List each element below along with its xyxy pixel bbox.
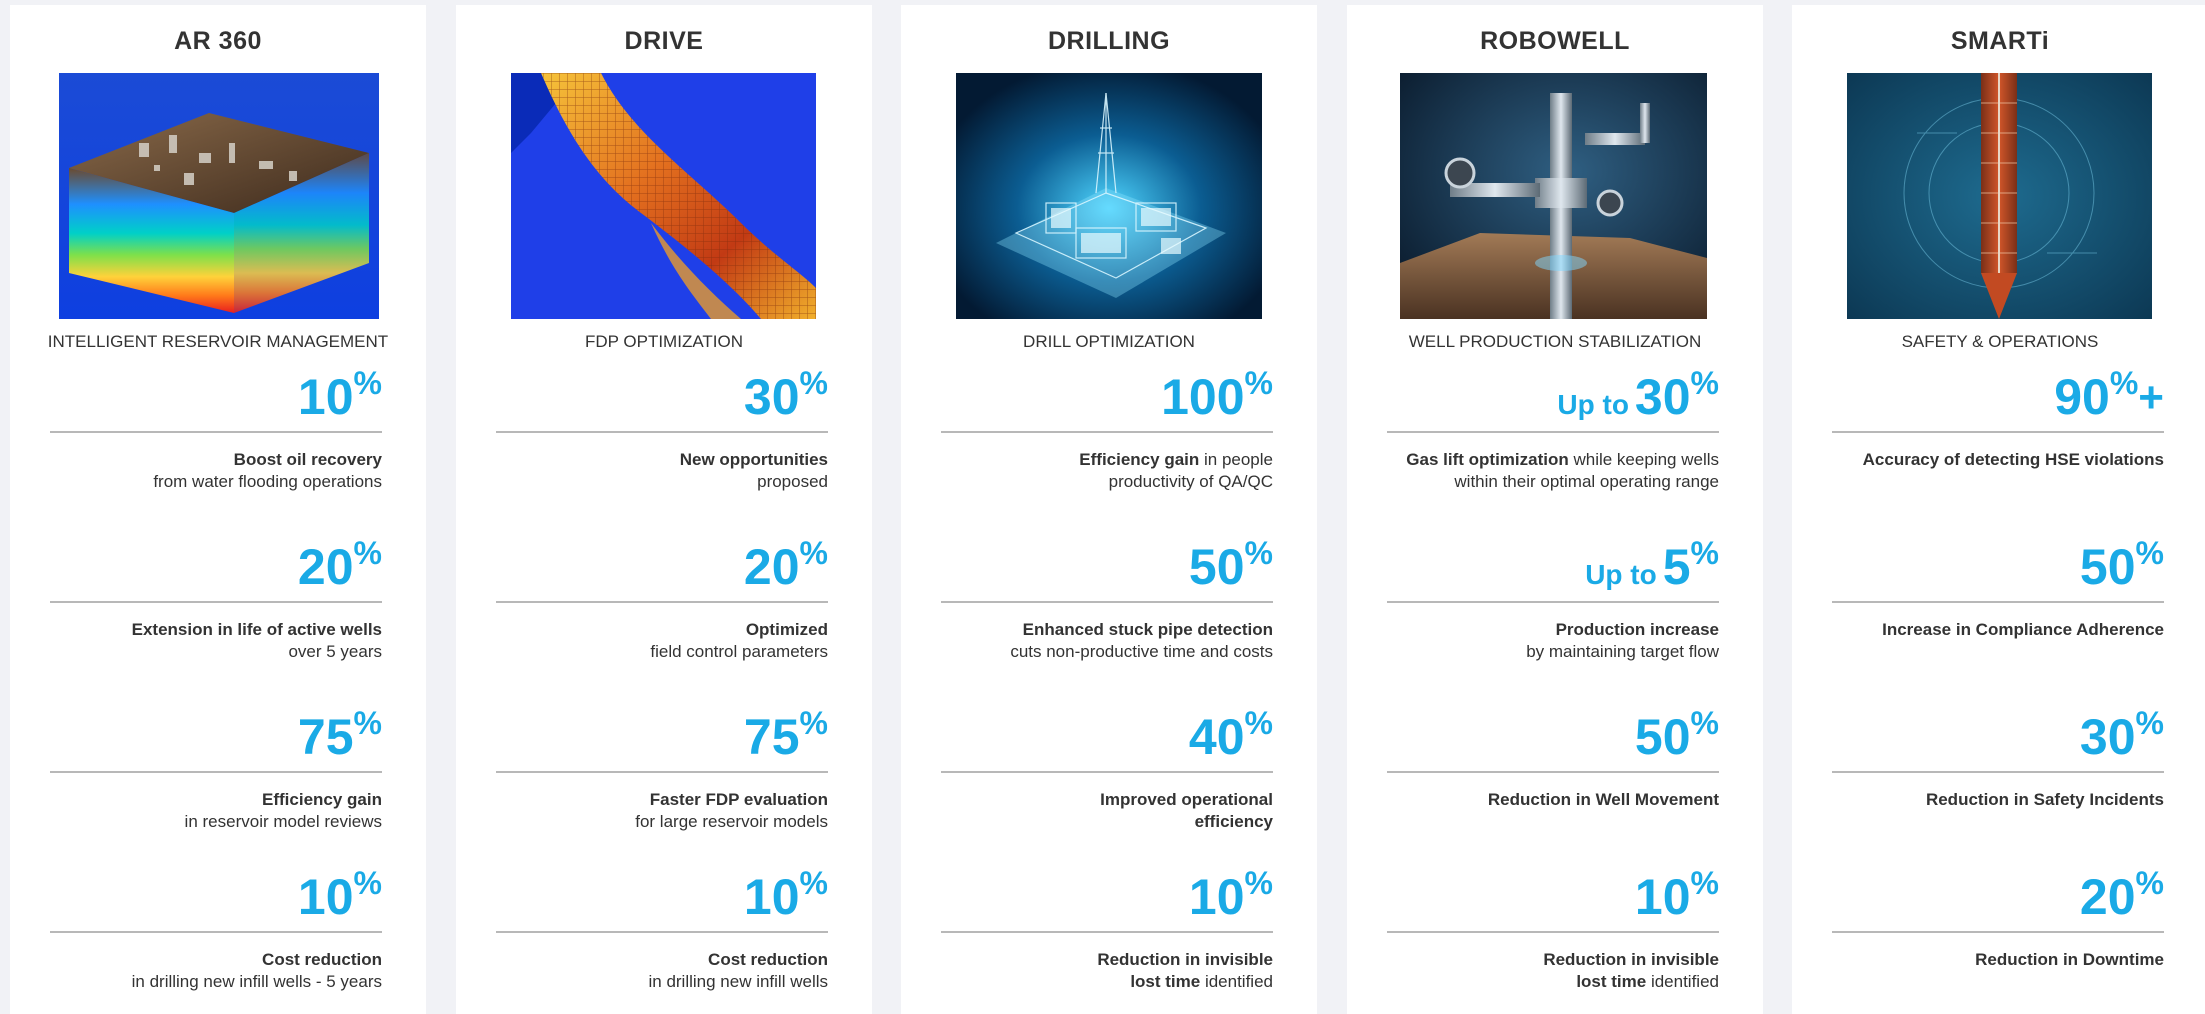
card-robowell: ROBOWELL WELL PRODUCTION STABILIZATION U…: [1347, 5, 1763, 1014]
metric-description: Efficiency gain in reservoir model review…: [184, 790, 382, 831]
digital-rig-hologram-image: [956, 73, 1262, 319]
card-title: SMARTi: [1950, 27, 2050, 55]
metric-value: 30%: [2079, 705, 2164, 765]
aerial-tanker-ship-image: [1847, 73, 2152, 319]
metric-value: 40%: [1188, 705, 1273, 765]
metric-description: Enhanced stuck pipe detection cuts non-pr…: [1010, 620, 1273, 661]
divider: [50, 431, 382, 433]
divider: [496, 601, 828, 603]
metric-value: 10%: [297, 365, 382, 425]
card-ar360: AR 360 INTELLIGENT RESERVOIR MANAGEMENT …: [10, 5, 426, 1014]
divider: [1387, 601, 1719, 603]
metric-description: Reduction in invisible lost time identifi…: [1543, 950, 1719, 991]
divider: [941, 601, 1273, 603]
metric-description: Improved operational efficiency: [1100, 790, 1273, 831]
card-title: ROBOWELL: [1480, 27, 1630, 55]
metric-description: Reduction in invisible lost time identifi…: [1097, 950, 1273, 991]
divider: [496, 771, 828, 773]
divider: [50, 601, 382, 603]
divider: [941, 431, 1273, 433]
metric-description: Optimized field control parameters: [650, 620, 828, 661]
divider: [496, 431, 828, 433]
metric-value: 20%: [2079, 865, 2164, 925]
metric-description: Cost reduction in drilling new infill wel…: [131, 950, 382, 991]
metric-description: Cost reduction in drilling new infill wel…: [648, 950, 828, 991]
metric-value: 20%: [743, 535, 828, 595]
metric-description: Reduction in Well Movement: [1487, 790, 1719, 809]
metric-value: 20%: [297, 535, 382, 595]
divider: [1387, 431, 1719, 433]
card-title: DRILLING: [1047, 27, 1171, 55]
divider: [1387, 931, 1719, 933]
card-smarti: SMARTi SAFETY & OPERATIONS 90%+ Accuracy…: [1792, 5, 2205, 1014]
metric-value: 50%: [1634, 705, 1719, 765]
metric-description: Gas lift optimization while keeping well…: [1406, 450, 1719, 491]
card-drilling: DRILLING DRILL OPTIMIZATION 100% Efficie…: [901, 5, 1317, 1014]
card-subtitle: INTELLIGENT RESERVOIR MANAGEMENT: [47, 332, 389, 351]
metric-value: Up to 30%: [1557, 365, 1719, 425]
card-subtitle: DRILL OPTIMIZATION: [1023, 332, 1195, 351]
metric-value: 10%: [297, 865, 382, 925]
metric-value: 10%: [1188, 865, 1273, 925]
divider: [1832, 431, 2164, 433]
reservoir-3d-model-image: [59, 73, 379, 319]
metric-description: Extension in life of active wells over 5 …: [131, 620, 382, 661]
metric-value: 90%+: [2054, 365, 2164, 425]
solutions-board: AR 360 INTELLIGENT RESERVOIR MANAGEMENT …: [0, 0, 2205, 1014]
wellhead-valve-image: [1400, 73, 1707, 319]
metric-description: New opportunities proposed: [679, 450, 828, 491]
divider: [1832, 771, 2164, 773]
metric-value: 100%: [1161, 365, 1273, 425]
card-subtitle: SAFETY & OPERATIONS: [1901, 332, 2099, 351]
metric-value: 50%: [1188, 535, 1273, 595]
metric-description: Boost oil recovery from water flooding op…: [153, 450, 382, 491]
metric-description: Efficiency gain in people productivity of…: [1079, 450, 1273, 491]
card-subtitle: FDP OPTIMIZATION: [584, 332, 744, 351]
metric-value: 50%: [2079, 535, 2164, 595]
metric-value: 10%: [743, 865, 828, 925]
divider: [1387, 771, 1719, 773]
metric-value: 10%: [1634, 865, 1719, 925]
metric-description: Accuracy of detecting HSE violations: [1862, 450, 2164, 469]
metric-description: Faster FDP evaluation for large reservoir…: [635, 790, 828, 831]
divider: [496, 931, 828, 933]
divider: [941, 771, 1273, 773]
divider: [50, 931, 382, 933]
metric-value: 75%: [297, 705, 382, 765]
card-drive: DRIVE FDP OPTIMIZATION 30% New opportuni…: [456, 5, 872, 1014]
divider: [50, 771, 382, 773]
card-title: AR 360: [174, 27, 262, 55]
metric-description: Reduction in Safety Incidents: [1925, 790, 2164, 809]
divider: [1832, 601, 2164, 603]
metric-value: Up to 5%: [1585, 535, 1719, 595]
metric-value: 30%: [743, 365, 828, 425]
divider: [941, 931, 1273, 933]
metric-value: 75%: [743, 705, 828, 765]
metric-description: Production increase by maintaining target…: [1526, 620, 1719, 661]
metric-description: Reduction in Downtime: [1975, 950, 2164, 969]
card-subtitle: WELL PRODUCTION STABILIZATION: [1408, 332, 1702, 351]
metric-description: Increase in Compliance Adherence: [1882, 620, 2164, 639]
field-surface-map-image: [511, 73, 816, 319]
card-title: DRIVE: [624, 27, 704, 55]
divider: [1832, 931, 2164, 933]
